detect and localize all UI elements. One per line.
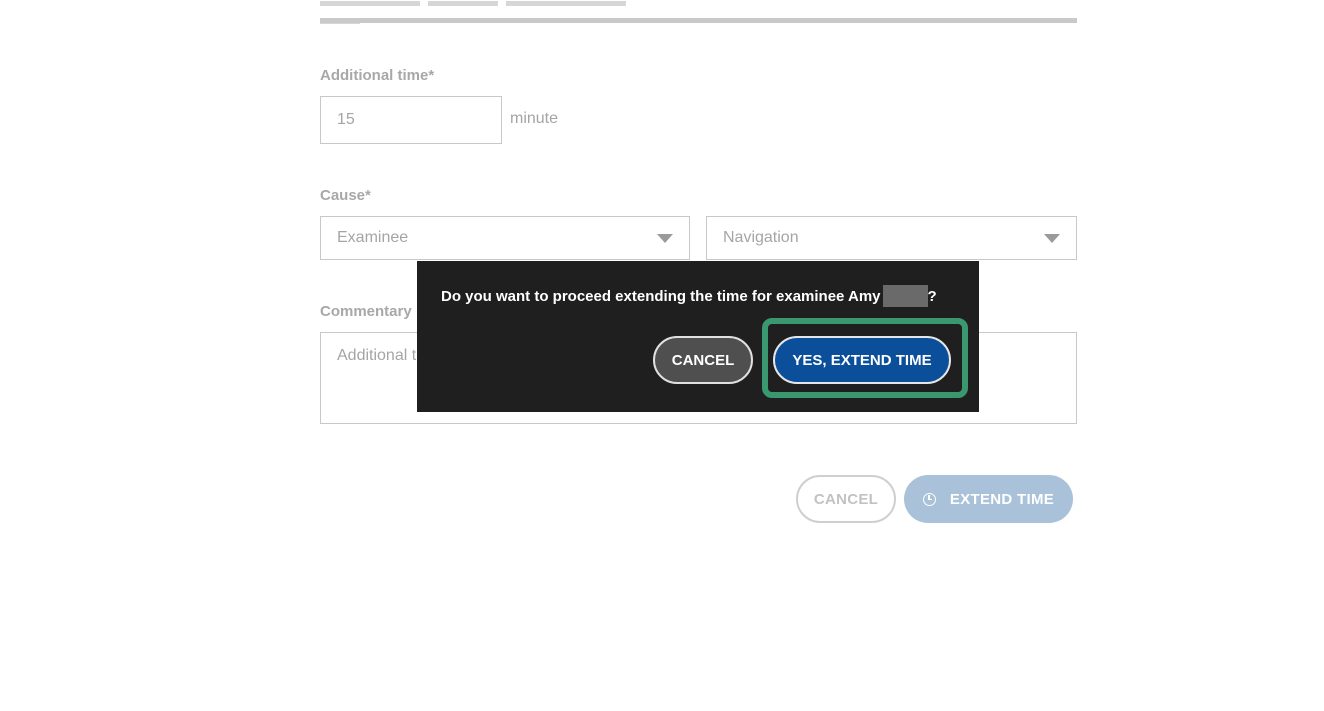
time-unit-label: minute [510,110,559,127]
clock-icon [922,492,936,506]
extend-time-label: EXTEND TIME [949,490,1055,508]
additional-time-input[interactable]: 15 [320,96,502,144]
commentary-label: Commentary [320,303,412,320]
dialog-confirm-button[interactable]: YES, EXTEND TIME [773,336,951,384]
chevron-down-icon [657,234,673,243]
cause-detail-select[interactable]: Navigation [706,216,1077,260]
cause-detail-select-value: Navigation [723,229,799,246]
dialog-message-text: Do you want to proceed extending the tim… [441,287,881,305]
additional-time-value: 15 [337,111,355,128]
confirm-dialog: Do you want to proceed extending the tim… [417,261,979,412]
page-title-partial [320,0,670,24]
commentary-placeholder: Additional t [337,347,417,364]
additional-time-label: Additional time* [320,67,435,84]
dialog-message: Do you want to proceed extending the tim… [441,285,937,307]
chevron-down-icon [1044,234,1060,243]
cause-select[interactable]: Examinee [320,216,690,260]
cancel-button[interactable]: CANCEL [796,475,896,523]
cause-label: Cause* [320,187,371,204]
dialog-message-end: ? [927,287,937,305]
dialog-cancel-button[interactable]: CANCEL [653,336,753,384]
cause-select-value: Examinee [337,229,409,246]
section-divider [320,18,1077,23]
extend-time-button[interactable]: EXTEND TIME [904,475,1073,523]
redacted-name [882,285,928,307]
